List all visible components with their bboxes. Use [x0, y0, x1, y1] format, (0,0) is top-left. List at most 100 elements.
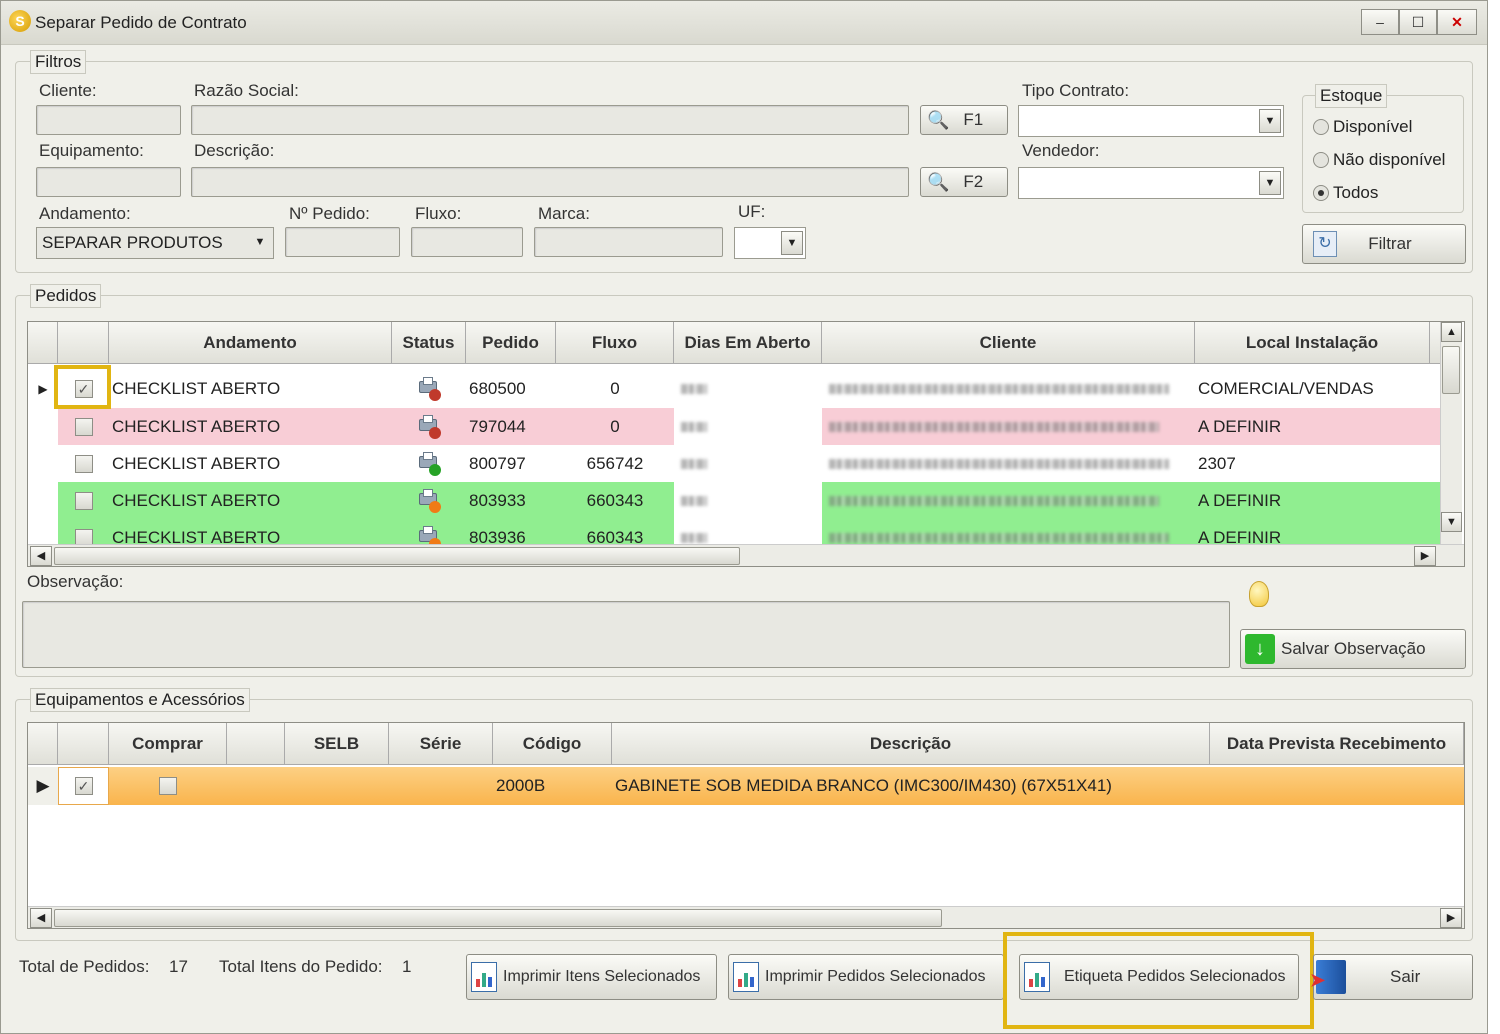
col-blank[interactable] [227, 723, 285, 764]
pedido-row[interactable]: ▶ ✓ CHECKLIST ABERTO 680500 0 COMERCIAL/VENDA… [28, 370, 1440, 407]
col-local-instalacao[interactable]: Local Instalação [1195, 322, 1430, 363]
window-title: Separar Pedido de Contrato [35, 13, 247, 32]
radio-todos[interactable]: Todos [1313, 183, 1378, 203]
scroll-right-icon[interactable]: ▶ [1440, 908, 1462, 928]
col-descricao[interactable]: Descrição [612, 723, 1210, 764]
descricao-input[interactable] [191, 167, 909, 197]
estoque-legend: Estoque [1315, 84, 1388, 108]
maximize-button[interactable]: ☐ [1399, 9, 1437, 35]
razao-social-input[interactable] [191, 105, 909, 135]
local-instalacao-cell: COMERCIAL/VENDAS [1198, 378, 1374, 398]
vscroll-thumb[interactable] [1442, 346, 1460, 394]
scroll-down-icon[interactable]: ▼ [1441, 512, 1462, 532]
row-select-checkbox[interactable] [74, 454, 93, 473]
fluxo-cell: 0 [610, 416, 620, 436]
salvar-observacao-button[interactable]: ↓ Salvar Observação [1240, 629, 1466, 669]
equipamentos-grid-header: Comprar SELB Série Código Descrição Data… [28, 723, 1464, 765]
dias-aberto-cell [674, 408, 822, 445]
redacted-text [681, 458, 707, 469]
equipamento-row[interactable]: ▶ ✓ 2000B GABINETE SOB MEDIDA BRANCO (IM… [28, 767, 1464, 805]
salvar-observacao-label: Salvar Observação [1281, 639, 1426, 658]
col-status[interactable]: Status [392, 322, 466, 363]
close-button[interactable]: ✕ [1437, 9, 1477, 35]
imprimir-itens-button[interactable]: Imprimir Itens Selecionados [466, 954, 717, 1000]
fluxo-input[interactable] [411, 227, 523, 257]
equipamento-input[interactable] [36, 167, 181, 197]
radio-label: Não disponível [1333, 150, 1446, 169]
redacted-text [829, 495, 1159, 506]
col-dias-aberto[interactable]: Dias Em Aberto [674, 322, 822, 363]
scroll-up-icon[interactable]: ▲ [1441, 322, 1462, 342]
sair-label: Sair [1390, 967, 1421, 986]
f2-search-button[interactable]: 🔍 F2 [920, 167, 1008, 197]
scroll-left-icon[interactable]: ◀ [30, 908, 52, 928]
redacted-text [829, 383, 1169, 394]
col-andamento[interactable]: Andamento [109, 322, 392, 363]
andamento-select[interactable]: SEPARAR PRODUTOS ▼ [36, 227, 274, 259]
imprimir-pedidos-button[interactable]: Imprimir Pedidos Selecionados [728, 954, 1004, 1000]
pedido-input[interactable] [285, 227, 400, 257]
col-cliente[interactable]: Cliente [822, 322, 1195, 363]
pedido-row[interactable]: CHECKLIST ABERTO 800797 656742 2307 [28, 445, 1440, 482]
local-instalacao-cell: 2307 [1198, 453, 1236, 473]
select-cell [58, 445, 109, 482]
andamento-cell: CHECKLIST ABERTO [112, 378, 281, 398]
marca-input[interactable] [534, 227, 723, 257]
pedido-label: Nº Pedido: [289, 204, 370, 223]
vendedor-label: Vendedor: [1022, 141, 1100, 160]
pedidos-hscroll[interactable]: ◀ ▶ [28, 544, 1464, 566]
cliente-cell [822, 370, 1195, 407]
comprar-checkbox[interactable] [159, 777, 177, 795]
highlight-etiqueta-button [1003, 932, 1314, 1029]
pedido-row[interactable]: CHECKLIST ABERTO 803933 660343 A DEFINIR [28, 482, 1440, 519]
uf-select[interactable]: ▼ [734, 227, 806, 259]
equipamentos-legend: Equipamentos e Acessórios [30, 688, 250, 712]
hscroll-thumb[interactable] [54, 909, 942, 927]
status-printer-icon [417, 414, 441, 439]
radio-circle [1313, 185, 1329, 201]
codigo-cell: 2000B [496, 776, 546, 795]
scroll-right-icon[interactable]: ▶ [1414, 546, 1436, 566]
f1-search-button[interactable]: 🔍 F1 [920, 105, 1008, 135]
col-serie[interactable]: Série [389, 723, 493, 764]
col-codigo[interactable]: Código [493, 723, 612, 764]
equipamentos-hscroll[interactable]: ◀ ▶ [28, 906, 1464, 928]
tipo-contrato-select[interactable]: ▼ [1018, 105, 1284, 137]
row-select-checkbox[interactable] [74, 417, 93, 436]
row-pointer-cell [28, 445, 58, 482]
col-fluxo[interactable]: Fluxo [556, 322, 674, 363]
col-pedido[interactable]: Pedido [466, 322, 556, 363]
vendedor-select[interactable]: ▼ [1018, 167, 1284, 199]
row-select-checkbox[interactable] [74, 491, 93, 510]
hscroll-thumb[interactable] [54, 547, 740, 565]
observacao-textarea[interactable] [22, 601, 1230, 668]
filtrar-button[interactable]: ↻ Filtrar [1302, 224, 1466, 264]
select-cell [58, 482, 109, 519]
equipamento-label: Equipamento: [39, 141, 144, 160]
pedido-cell: 680500 [469, 378, 526, 398]
col-comprar[interactable]: Comprar [109, 723, 227, 764]
imprimir-itens-label: Imprimir Itens Selecionados [503, 968, 701, 985]
fluxo-label: Fluxo: [415, 204, 462, 223]
app-icon: S [9, 10, 31, 32]
radio-nao-disponivel[interactable]: Não disponível [1313, 150, 1445, 170]
total-itens-value: 1 [402, 957, 412, 976]
sair-button[interactable]: ➤ Sair [1310, 954, 1473, 1000]
col-data-prevista[interactable]: Data Prevista Recebimento [1210, 723, 1464, 764]
chevron-down-icon: ▼ [1259, 109, 1281, 133]
pedido-cell: 803933 [469, 490, 526, 510]
blank-cell [227, 767, 285, 805]
row-select-checkbox[interactable]: ✓ [74, 777, 93, 795]
col-selb[interactable]: SELB [285, 723, 389, 764]
row-pointer-cell [28, 408, 58, 445]
minimize-button[interactable]: – [1361, 9, 1399, 35]
chevron-down-icon: ▼ [781, 231, 803, 255]
pedidos-vscroll[interactable]: ▲ ▼ [1440, 322, 1462, 544]
imprimir-pedidos-label: Imprimir Pedidos Selecionados [765, 968, 986, 985]
pedido-row[interactable]: CHECKLIST ABERTO 797044 0 A DEFINIR [28, 408, 1440, 445]
pedido-cell: 800797 [469, 453, 526, 473]
cliente-input[interactable] [36, 105, 181, 135]
status-printer-icon [417, 376, 441, 401]
radio-disponivel[interactable]: Disponível [1313, 117, 1412, 137]
scroll-left-icon[interactable]: ◀ [30, 546, 52, 566]
